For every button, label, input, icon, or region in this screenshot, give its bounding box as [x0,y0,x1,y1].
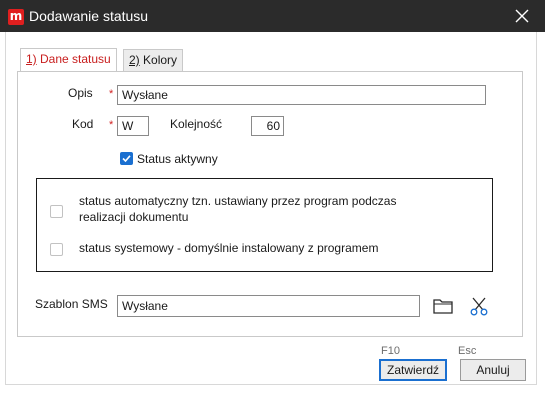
title-bar: m Dodawanie statusu [0,0,545,32]
kod-label: Kod [72,117,94,131]
cancel-shortcut: Esc [458,345,477,357]
tab-kolory[interactable]: 2) Kolory [123,49,184,71]
window-title: Dodawanie statusu [29,8,149,24]
browse-folder-button[interactable] [432,296,454,318]
auto-status-label-line1: status automatyczny tzn. ustawiany przez… [79,194,397,208]
auto-status-label-line2: realizacji dokumentu [79,210,189,224]
close-button[interactable] [499,0,545,32]
szablon-sms-input[interactable]: Wysłane [117,295,420,317]
status-options-group [36,178,493,272]
opis-required-mark: * [109,88,114,100]
status-aktywny-checkbox[interactable] [120,152,133,165]
confirm-button[interactable]: Zatwierdź [379,359,447,381]
tab-kolory-label: Kolory [143,53,178,67]
auto-status-checkbox[interactable] [50,205,63,218]
confirm-shortcut: F10 [381,345,400,357]
system-status-checkbox[interactable] [50,243,63,256]
opis-label: Opis [68,86,93,100]
kolejnosc-input[interactable]: 60 [251,116,284,136]
status-aktywny-label: Status aktywny [137,152,218,166]
tab-dane-statusu-hotkey: 1) [26,52,37,66]
kolejnosc-label: Kolejność [170,117,223,131]
kod-required-mark: * [109,119,114,131]
tab-kolory-hotkey: 2) [129,53,140,67]
tab-dane-statusu-label: Dane statusu [40,52,111,66]
scissors-icon [470,297,488,316]
clear-sms-button[interactable] [468,296,490,318]
system-status-label: status systemowy - domyślnie instalowany… [79,241,379,255]
cancel-button[interactable]: Anuluj [460,359,526,381]
szablon-sms-label: Szablon SMS [35,297,108,311]
app-logo-icon: m [8,9,24,25]
kod-input[interactable]: W [117,116,149,136]
opis-input[interactable]: Wysłane [117,85,486,105]
checkmark-icon [122,155,131,163]
tab-dane-statusu[interactable]: 1) Dane statusu [20,48,117,71]
folder-icon [433,299,453,314]
close-icon [515,9,529,23]
